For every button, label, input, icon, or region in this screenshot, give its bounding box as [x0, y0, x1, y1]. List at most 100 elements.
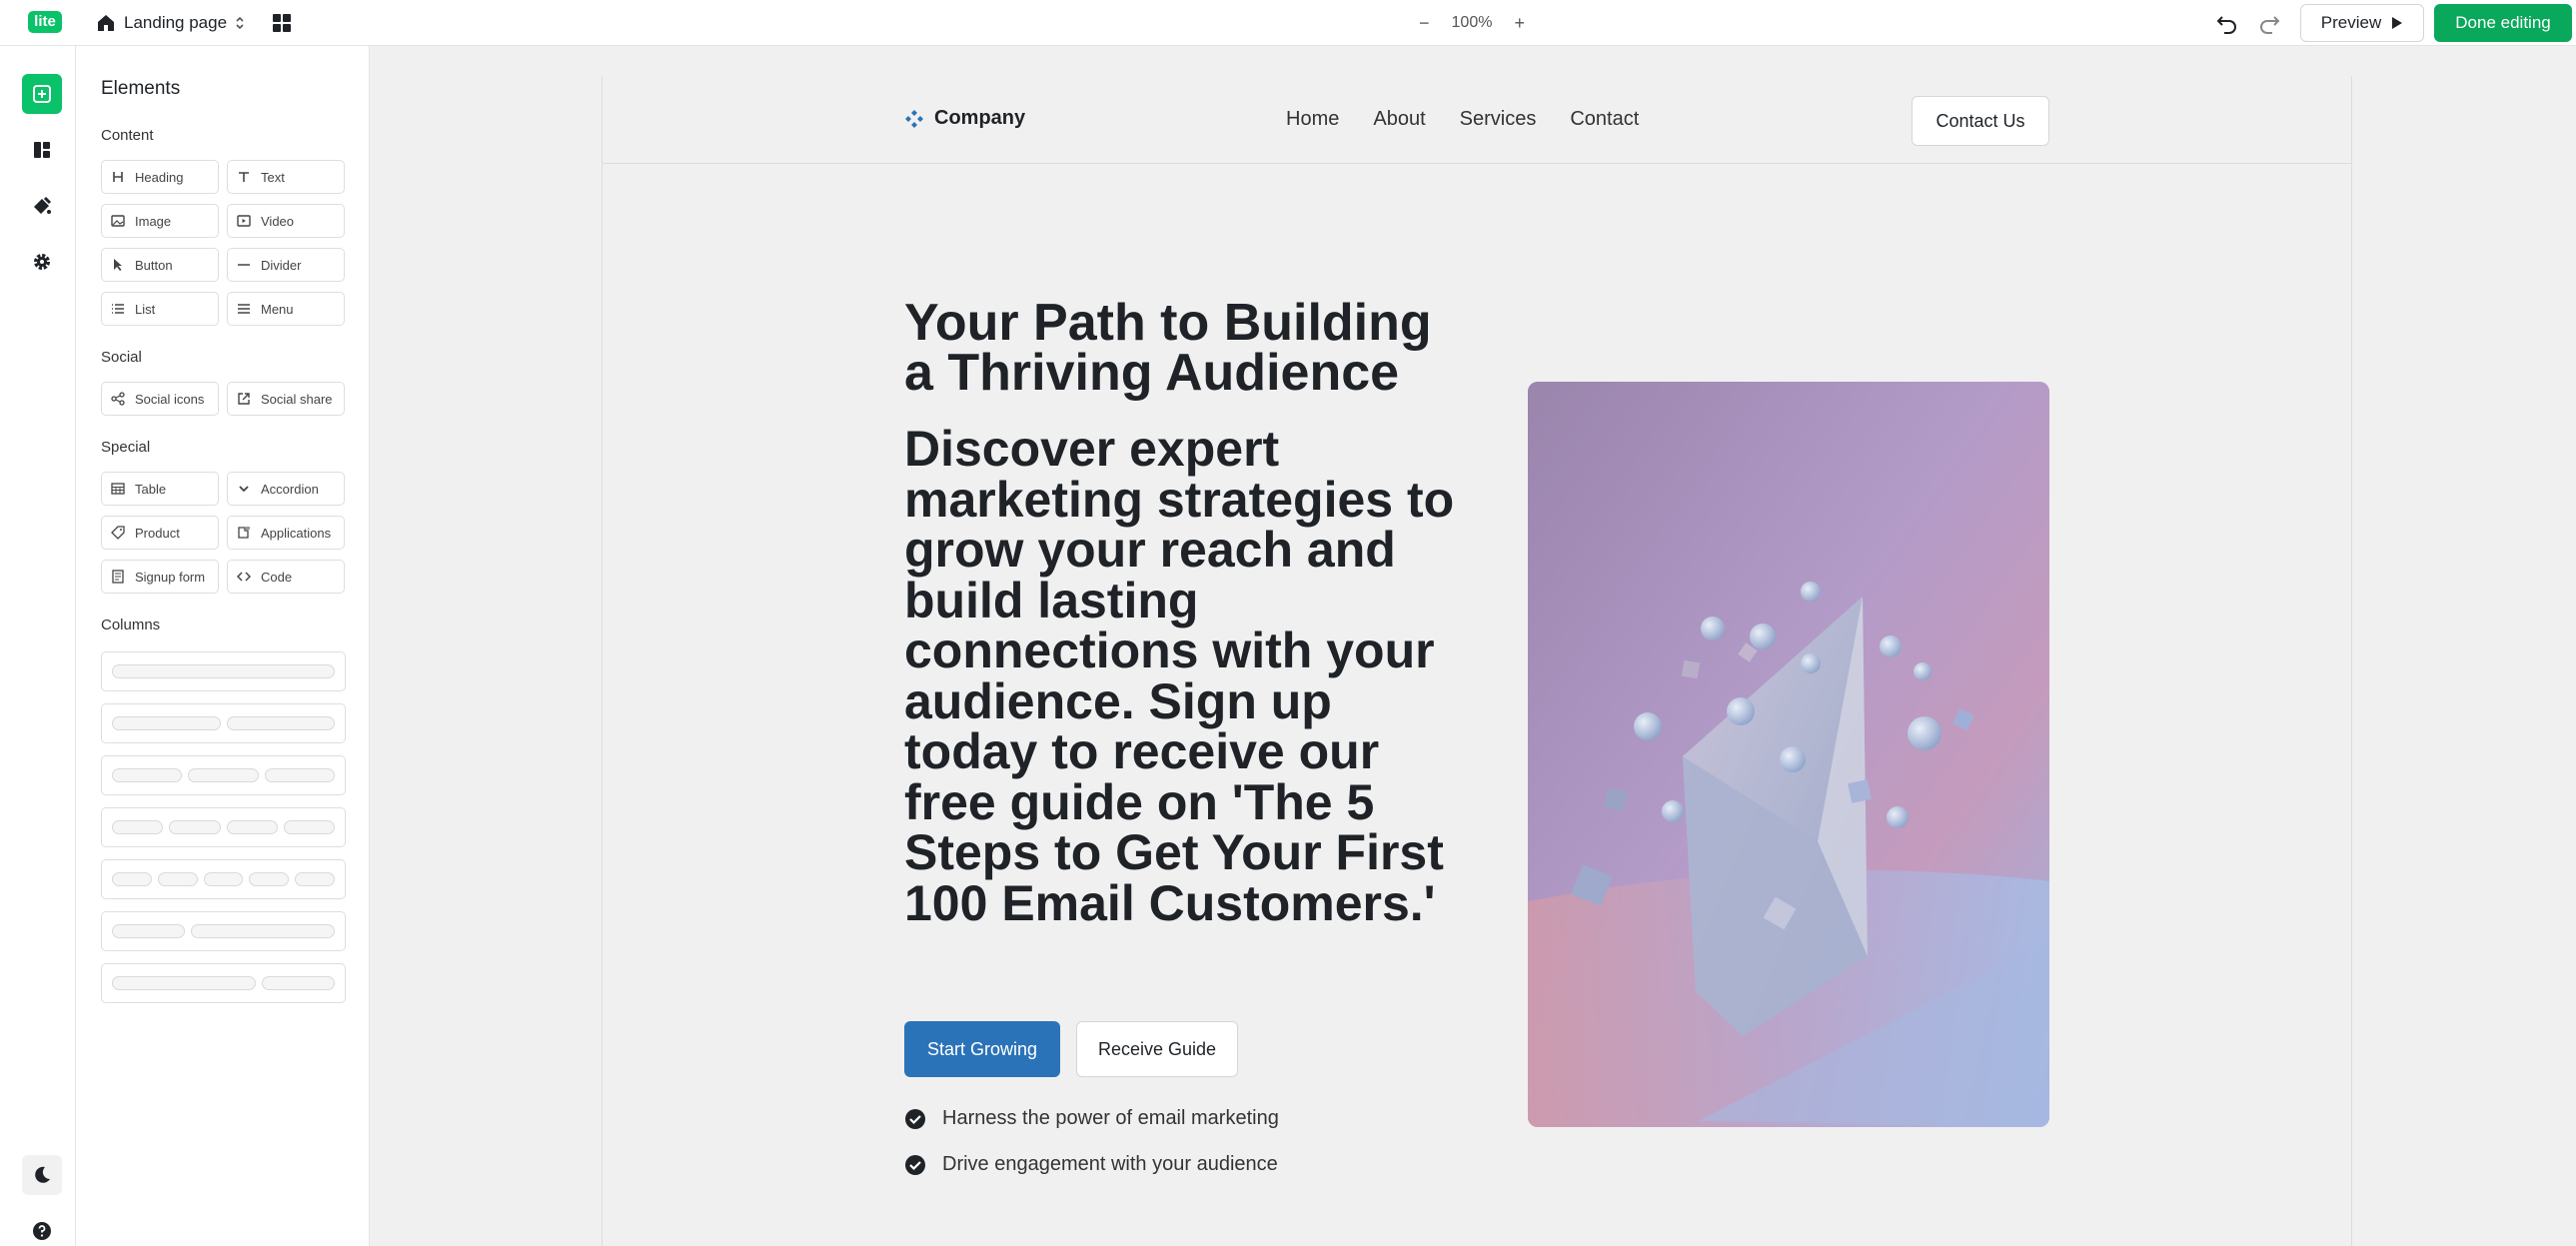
- element-label: Signup form: [135, 569, 206, 585]
- text-icon: [239, 172, 249, 182]
- check-circle-icon: [905, 1154, 925, 1175]
- column-layout-1[interactable]: [101, 651, 346, 691]
- column-preview: [203, 872, 244, 886]
- element-divider[interactable]: Divider: [227, 248, 345, 282]
- theme-toggle-button[interactable]: [22, 1155, 62, 1195]
- help-button[interactable]: [22, 1211, 62, 1246]
- preview-button[interactable]: Preview: [2300, 4, 2424, 42]
- column-layout-3[interactable]: [101, 755, 346, 795]
- gear-icon: [34, 254, 50, 270]
- column-preview: [112, 664, 335, 678]
- zoom-control: − 100% +: [1419, 10, 1525, 36]
- site-navbar[interactable]: Company Home About Services Contact Cont…: [603, 76, 2351, 164]
- element-label: Button: [135, 257, 173, 273]
- rail-elements-button[interactable]: [22, 74, 62, 114]
- hero-image[interactable]: [1528, 382, 2049, 1127]
- image-icon: [111, 215, 125, 227]
- element-applications[interactable]: Applications: [227, 516, 345, 550]
- element-menu[interactable]: Menu: [227, 292, 345, 326]
- table-icon: [111, 483, 125, 495]
- external-link-icon: [238, 393, 250, 405]
- element-button[interactable]: Button: [101, 248, 219, 282]
- contact-us-button[interactable]: Contact Us: [1912, 96, 2049, 146]
- page-name: Landing page: [124, 13, 228, 32]
- checklist-item: Harness the power of email marketing: [904, 1107, 1279, 1130]
- nav-about[interactable]: About: [1373, 108, 1425, 131]
- element-text[interactable]: Text: [227, 160, 345, 194]
- column-preview: [226, 820, 278, 834]
- checklist-text: Harness the power of email marketing: [942, 1107, 1279, 1129]
- column-preview: [188, 768, 259, 782]
- page-selector[interactable]: Landing page: [96, 10, 245, 36]
- column-preview: [262, 976, 335, 990]
- check-circle-icon: [905, 1108, 925, 1129]
- element-label: Social icons: [135, 391, 205, 407]
- list-icon: [112, 304, 124, 314]
- element-label: Image: [135, 213, 172, 229]
- element-label: List: [135, 301, 156, 317]
- element-social-icons[interactable]: Social icons: [101, 382, 219, 416]
- receive-guide-button[interactable]: Receive Guide: [1076, 1021, 1238, 1077]
- rail-style-button[interactable]: [22, 186, 62, 226]
- start-growing-button[interactable]: Start Growing: [904, 1021, 1060, 1077]
- site-brand[interactable]: Company: [904, 107, 1025, 130]
- column-layout-5[interactable]: [101, 859, 346, 899]
- updown-chevron-icon: [236, 16, 244, 30]
- nav-home[interactable]: Home: [1286, 108, 1339, 131]
- moon-icon: [35, 1166, 50, 1183]
- element-label: Divider: [261, 257, 302, 273]
- elements-panel: Elements Content Heading Text Image Vide…: [76, 46, 370, 1246]
- element-table[interactable]: Table: [101, 472, 219, 506]
- diamond-logo-icon: [905, 109, 923, 128]
- section-social: Social: [101, 349, 142, 366]
- element-label: Accordion: [261, 481, 319, 497]
- element-label: Table: [135, 481, 167, 497]
- zoom-level: 100%: [1451, 14, 1493, 31]
- hero-heading[interactable]: Your Path to Building a Thriving Audienc…: [904, 297, 1464, 399]
- element-social-share[interactable]: Social share: [227, 382, 345, 416]
- column-layout-4[interactable]: [101, 807, 346, 847]
- section-content: Content: [101, 127, 154, 144]
- section-special: Special: [101, 439, 151, 456]
- column-preview: [112, 768, 183, 782]
- column-preview: [112, 716, 221, 730]
- checklist-text: Drive engagement with your audience: [942, 1153, 1278, 1175]
- element-list[interactable]: List: [101, 292, 219, 326]
- element-heading[interactable]: Heading: [101, 160, 219, 194]
- element-image[interactable]: Image: [101, 204, 219, 238]
- share-nodes-icon: [111, 392, 125, 406]
- zoom-out-button[interactable]: −: [1419, 13, 1430, 34]
- column-preview: [264, 768, 335, 782]
- element-accordion[interactable]: Accordion: [227, 472, 345, 506]
- zoom-in-button[interactable]: +: [1514, 13, 1525, 34]
- grid-icon[interactable]: [272, 13, 292, 33]
- nav-services[interactable]: Services: [1460, 108, 1537, 131]
- column-preview: [295, 872, 335, 886]
- column-preview: [112, 872, 152, 886]
- element-label: Text: [261, 169, 285, 185]
- app-logo[interactable]: lite: [28, 11, 62, 33]
- code-icon: [237, 572, 251, 582]
- abstract-3d-illustration: [1528, 382, 2049, 1127]
- element-code[interactable]: Code: [227, 560, 345, 594]
- hero-subheading[interactable]: Discover expert marketing strategies to …: [904, 424, 1464, 928]
- column-layout-2[interactable]: [101, 703, 346, 743]
- element-product[interactable]: Product: [101, 516, 219, 550]
- redo-icon[interactable]: [2258, 12, 2280, 34]
- play-icon: [2392, 17, 2403, 29]
- rail-settings-button[interactable]: [22, 242, 62, 282]
- column-preview: [226, 716, 335, 730]
- column-layout-1-2[interactable]: [101, 911, 346, 951]
- element-video[interactable]: Video: [227, 204, 345, 238]
- nav-contact[interactable]: Contact: [1570, 108, 1639, 131]
- column-layout-2-1[interactable]: [101, 963, 346, 1003]
- column-preview: [112, 924, 185, 938]
- done-editing-button[interactable]: Done editing: [2434, 4, 2572, 42]
- section-columns: Columns: [101, 617, 161, 633]
- rail-layout-button[interactable]: [22, 130, 62, 170]
- element-label: Video: [261, 213, 295, 229]
- element-signup-form[interactable]: Signup form: [101, 560, 219, 594]
- undo-icon[interactable]: [2216, 12, 2238, 34]
- app-plug-icon: [238, 527, 250, 539]
- element-label: Product: [135, 525, 180, 541]
